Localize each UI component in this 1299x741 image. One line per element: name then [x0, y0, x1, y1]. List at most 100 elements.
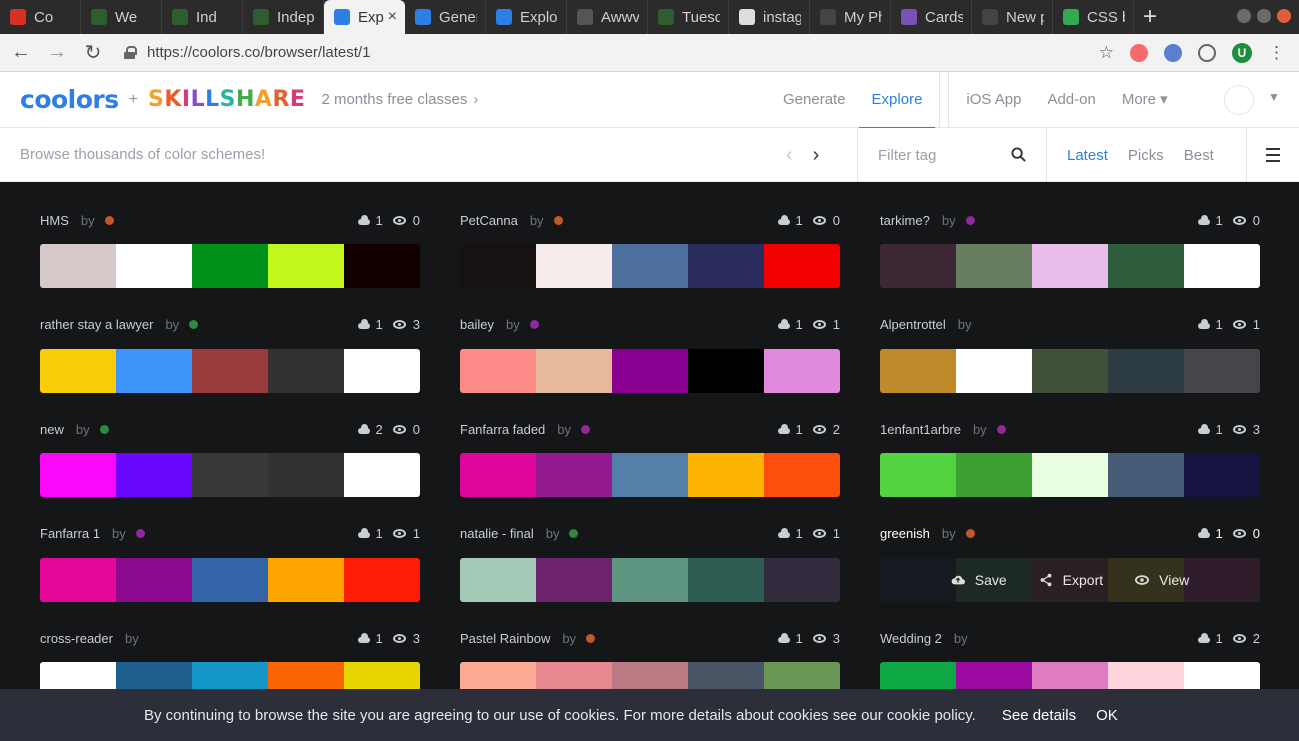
bookmark-star-icon[interactable]: ☆	[1099, 43, 1114, 63]
color-swatch[interactable]	[40, 557, 116, 602]
browser-tab[interactable]: CSS ba	[1053, 0, 1134, 34]
color-swatch[interactable]	[1032, 348, 1108, 393]
color-swatch[interactable]	[460, 244, 536, 288]
browser-tab[interactable]: Tuesd	[648, 0, 729, 34]
color-swatch[interactable]	[536, 244, 612, 288]
color-swatch[interactable]	[460, 348, 536, 393]
color-swatch[interactable]	[116, 348, 192, 393]
color-swatch[interactable]	[460, 557, 536, 602]
palette-swatches[interactable]	[460, 557, 840, 602]
palette-card[interactable]: tarkime? by 1 0	[880, 210, 1260, 288]
author-avatar[interactable]	[586, 633, 596, 643]
maximize-button[interactable]	[1257, 9, 1271, 23]
palette-name[interactable]: Wedding 2	[880, 631, 942, 646]
color-swatch[interactable]	[268, 244, 344, 288]
color-swatch[interactable]	[1032, 453, 1108, 497]
color-swatch[interactable]	[764, 348, 840, 393]
color-swatch[interactable]	[612, 453, 688, 497]
nav-item-explore[interactable]: Explore	[858, 72, 936, 129]
user-avatar[interactable]	[1224, 85, 1254, 115]
author-avatar[interactable]	[553, 215, 563, 225]
palette-swatches[interactable]	[40, 244, 420, 288]
color-swatch[interactable]	[612, 348, 688, 393]
palette-swatches[interactable]	[40, 557, 420, 602]
filter-tag-input[interactable]	[878, 146, 1008, 164]
palette-card[interactable]: new by 2 0	[40, 419, 420, 497]
sort-tab-best[interactable]: Best	[1174, 147, 1224, 164]
browser-tab[interactable]: Exp ×	[324, 0, 405, 34]
palette-name[interactable]: tarkime?	[880, 213, 930, 228]
promo-link[interactable]: 2 months free classes ›	[321, 91, 478, 108]
see-details-link[interactable]: See details	[1002, 707, 1076, 724]
color-swatch[interactable]	[192, 348, 268, 393]
palette-swatches[interactable]	[460, 348, 840, 393]
palette-name[interactable]: Fanfarra faded	[460, 422, 545, 437]
browser-tab[interactable]: instag	[729, 0, 810, 34]
palette-name[interactable]: 1enfant1arbre	[880, 422, 961, 437]
color-swatch[interactable]	[688, 348, 764, 393]
palette-name[interactable]: Pastel Rainbow	[460, 631, 550, 646]
color-swatch[interactable]	[1032, 244, 1108, 288]
color-swatch[interactable]	[880, 348, 956, 393]
color-swatch[interactable]	[116, 557, 192, 602]
save-action-button[interactable]: Save	[935, 572, 1023, 588]
color-swatch[interactable]	[956, 244, 1032, 288]
author-avatar[interactable]	[996, 424, 1006, 434]
back-icon[interactable]: ←	[6, 41, 36, 64]
palette-swatches[interactable]	[460, 453, 840, 497]
color-swatch[interactable]	[688, 453, 764, 497]
author-avatar[interactable]	[965, 529, 975, 538]
browser-tab[interactable]: My Ph	[810, 0, 891, 34]
extension-icon-2[interactable]	[1164, 43, 1182, 62]
palette-card[interactable]: Fanfarra faded by 1 2	[460, 419, 840, 497]
color-swatch[interactable]	[956, 348, 1032, 393]
color-swatch[interactable]	[688, 244, 764, 288]
color-swatch[interactable]	[344, 348, 420, 393]
palette-card[interactable]: natalie - final by 1 1	[460, 524, 840, 602]
next-page-icon[interactable]: ›	[813, 144, 820, 167]
color-swatch[interactable]	[764, 557, 840, 602]
palette-name[interactable]: cross-reader	[40, 631, 113, 646]
color-swatch[interactable]	[40, 453, 116, 497]
author-avatar[interactable]	[569, 529, 579, 538]
color-swatch[interactable]	[268, 453, 344, 497]
author-avatar[interactable]	[99, 424, 109, 434]
export-action-button[interactable]: Export	[1023, 572, 1119, 588]
palette-card[interactable]: Alpentrottel by 1 1	[880, 315, 1260, 393]
palette-card[interactable]: greenish by 1 0 Save Export View	[880, 524, 1260, 602]
color-swatch[interactable]	[1108, 453, 1184, 497]
search-icon[interactable]	[1011, 147, 1026, 162]
color-swatch[interactable]	[880, 453, 956, 497]
nav-item-ios-app[interactable]: iOS App	[953, 72, 1034, 128]
palette-name[interactable]: Fanfarra 1	[40, 526, 100, 541]
sort-tab-picks[interactable]: Picks	[1118, 147, 1174, 164]
color-swatch[interactable]	[536, 453, 612, 497]
color-swatch[interactable]	[1184, 453, 1260, 497]
extension-icon-1[interactable]	[1130, 43, 1148, 62]
palette-name[interactable]: bailey	[460, 317, 494, 332]
url-field[interactable]: https://coolors.co/browser/latest/1	[124, 44, 1099, 61]
color-swatch[interactable]	[344, 453, 420, 497]
palette-card[interactable]: HMS by 1 0	[40, 210, 420, 288]
palette-card[interactable]: bailey by 1 1	[460, 315, 840, 393]
color-swatch[interactable]	[460, 453, 536, 497]
chevron-down-icon[interactable]: ▼	[1268, 90, 1280, 104]
browser-tab[interactable]: Explo	[486, 0, 567, 34]
author-avatar[interactable]	[529, 320, 539, 329]
browser-tab[interactable]: Co	[0, 0, 81, 34]
color-swatch[interactable]	[192, 557, 268, 602]
browser-tab[interactable]: Indep	[243, 0, 324, 34]
color-swatch[interactable]	[116, 453, 192, 497]
palette-swatches[interactable]	[40, 348, 420, 393]
palette-swatches[interactable]	[460, 244, 840, 288]
color-swatch[interactable]	[1108, 244, 1184, 288]
palette-swatches[interactable]	[40, 453, 420, 497]
color-swatch[interactable]	[764, 453, 840, 497]
color-swatch[interactable]	[116, 244, 192, 288]
color-swatch[interactable]	[1184, 244, 1260, 288]
color-swatch[interactable]	[40, 244, 116, 288]
palette-name[interactable]: PetCanna	[460, 213, 518, 228]
cookie-ok-button[interactable]: OK	[1096, 707, 1118, 724]
view-action-button[interactable]: View	[1119, 572, 1205, 588]
forward-icon[interactable]: →	[42, 41, 72, 64]
